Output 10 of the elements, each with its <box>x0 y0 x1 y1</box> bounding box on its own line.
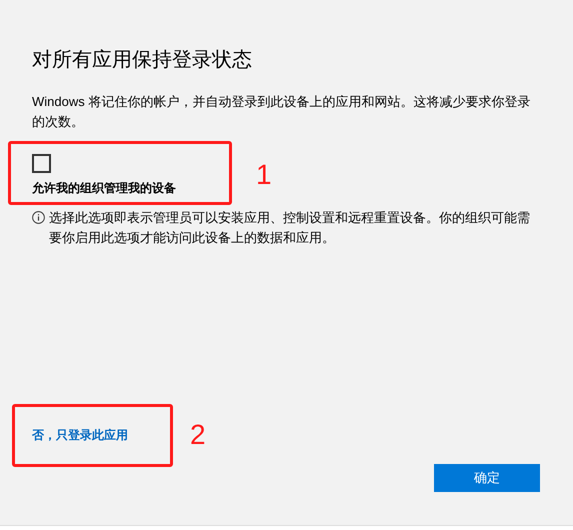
sign-in-this-app-link[interactable]: 否，只登录此应用 <box>32 426 128 444</box>
dialog-title: 对所有应用保持登录状态 <box>32 48 253 73</box>
info-icon <box>32 211 45 224</box>
annotation-number: 1 <box>256 160 272 190</box>
info-text: 选择此选项即表示管理员可以安装应用、控制设置和远程重置设备。你的组织可能需要你启用此选项才能访问此设备上的数据和应用。 <box>49 209 531 247</box>
description-text: Windows 将记住你的帐户，并自动登录到此设备上的应用和网站。这将减少要求你登录的次数。 <box>32 93 532 131</box>
annotation-number: 2 <box>190 420 206 450</box>
checkbox-label: 允许我的组织管理我的设备 <box>32 180 176 196</box>
ok-button[interactable]: 确定 <box>434 464 540 492</box>
checkbox[interactable] <box>32 154 51 173</box>
